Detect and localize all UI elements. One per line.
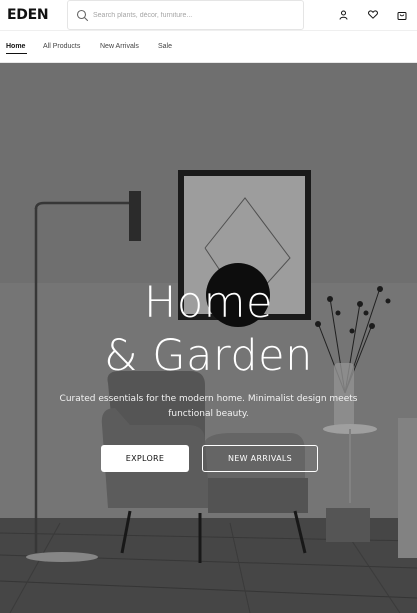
hero-banner: Home & Garden Curated essentials for the…: [0, 63, 417, 613]
shopping-bag-icon[interactable]: [395, 8, 408, 21]
nav-item-new-arrivals[interactable]: New Arrivals: [100, 43, 139, 50]
nav-item-sale[interactable]: Sale: [158, 43, 172, 50]
new-arrivals-button[interactable]: NEW ARRIVALS: [202, 445, 318, 472]
main-nav: Home All Products New Arrivals Sale: [0, 31, 417, 63]
user-icon[interactable]: [337, 8, 350, 21]
explore-button[interactable]: EXPLORE: [101, 445, 189, 472]
search-bar[interactable]: [67, 0, 304, 30]
hero-subtitle: Curated essentials for the modern home. …: [59, 394, 358, 419]
active-nav-indicator: [6, 53, 27, 54]
nav-item-home[interactable]: Home: [6, 43, 25, 50]
nav-item-all-products[interactable]: All Products: [43, 43, 80, 50]
site-header: EDEN: [0, 0, 417, 31]
brand-logo[interactable]: EDEN: [7, 7, 49, 23]
hero-title-line1: Home: [144, 278, 273, 328]
heart-icon[interactable]: [366, 8, 379, 21]
search-icon: [76, 9, 89, 22]
hero-title-line2: & Garden: [104, 331, 313, 381]
search-input[interactable]: [93, 8, 298, 23]
